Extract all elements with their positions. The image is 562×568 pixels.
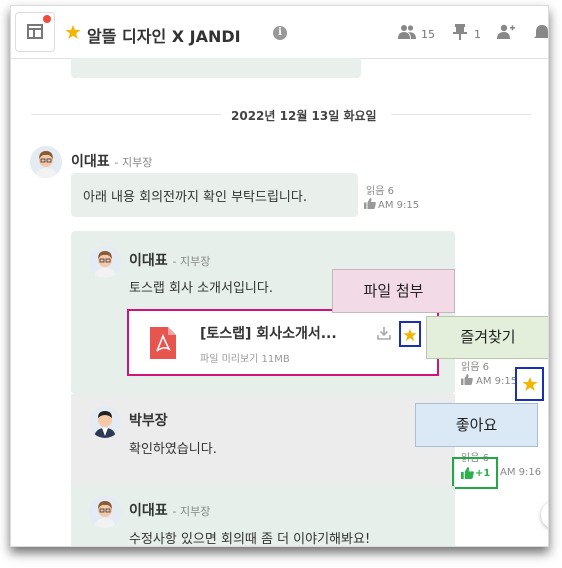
file-name[interactable]: [토스랩] 회사소개서...: [200, 323, 337, 343]
message-bubble[interactable]: 아래 내용 회의전까지 확인 부탁드립니다.: [71, 173, 358, 217]
star-icon[interactable]: [522, 376, 538, 392]
like-count: +1: [475, 468, 491, 479]
message-time: AM 9:16: [500, 467, 542, 478]
members-icon[interactable]: [398, 24, 416, 40]
thumbs-up-icon[interactable]: [461, 467, 474, 479]
read-count: 읽음 6: [461, 362, 489, 373]
author-name: 이대표: [129, 503, 168, 519]
thumbs-up-icon[interactable]: [461, 374, 473, 385]
members-count: 15: [421, 28, 435, 41]
like-callout: 좋아요: [415, 403, 538, 447]
invite-user-icon[interactable]: [497, 24, 515, 40]
message-text: 수정사항 있으면 회의때 좀 더 이야기해봐요!: [129, 532, 371, 547]
avatar-illustration: [89, 246, 121, 278]
file-favorite-highlight[interactable]: [399, 321, 421, 347]
message-time: AM 9:15: [378, 200, 420, 211]
topic-header: 알뜰 디자인 X JANDI i 15 1: [11, 6, 548, 59]
file-meta[interactable]: 파일 미리보기 11MB: [200, 350, 290, 365]
avatar[interactable]: [89, 246, 121, 278]
previous-message-bubble: [71, 58, 361, 78]
date-divider-line: [391, 114, 531, 115]
pin-icon[interactable]: [451, 24, 469, 40]
date-divider: 2022년 12월 13일 화요일: [231, 109, 377, 123]
info-icon[interactable]: i: [273, 26, 287, 40]
avatar-illustration: [89, 406, 121, 438]
date-divider-line: [31, 114, 221, 115]
notification-dot: [43, 15, 51, 23]
avatar-illustration: [89, 496, 121, 528]
menu-button[interactable]: [15, 12, 55, 52]
author-name: 이대표: [129, 253, 168, 269]
download-icon[interactable]: [377, 326, 391, 340]
star-icon[interactable]: [403, 328, 417, 342]
message-text: 토스랩 회사 소개서입니다.: [129, 281, 273, 296]
avatar[interactable]: [89, 496, 121, 528]
scroll-down-button[interactable]: [541, 501, 548, 529]
author-role: - 지부장: [172, 255, 211, 268]
message-author[interactable]: 이대표 - 지부장: [129, 500, 210, 520]
message-time: AM 9:15: [476, 376, 518, 387]
author-name: 이대표: [71, 154, 110, 170]
message-text: 확인하였습니다.: [129, 442, 217, 457]
message-text: 아래 내용 회의전까지 확인 부탁드립니다.: [83, 190, 307, 205]
message-favorite-highlight[interactable]: [515, 367, 544, 401]
topic-title: 알뜰 디자인 X JANDI: [87, 27, 241, 46]
pins-count: 1: [474, 28, 481, 41]
favorite-callout: 즐겨찾기: [426, 316, 548, 359]
avatar[interactable]: [89, 406, 121, 438]
pdf-file-icon: [150, 327, 176, 359]
like-highlight[interactable]: +1: [452, 457, 498, 489]
message-author[interactable]: 이대표 - 지부장: [71, 151, 152, 171]
read-count: 읽음 6: [366, 186, 394, 197]
attach-callout: 파일 첨부: [332, 269, 455, 313]
author-role: - 지부장: [114, 156, 153, 169]
author-role: - 지부장: [172, 505, 211, 518]
avatar[interactable]: [30, 146, 62, 178]
bell-icon[interactable]: [533, 24, 549, 40]
thumbs-up-icon[interactable]: [364, 198, 376, 209]
avatar-illustration: [30, 146, 62, 178]
chat-window: 알뜰 디자인 X JANDI i 15 1 2022년 12월 13일 화요일: [10, 5, 549, 547]
message-author[interactable]: 이대표 - 지부장: [129, 250, 210, 270]
file-attachment-card[interactable]: [토스랩] 회사소개서... 파일 미리보기 11MB: [127, 309, 439, 376]
message-author[interactable]: 박부장: [129, 410, 168, 430]
star-icon[interactable]: [65, 24, 81, 40]
